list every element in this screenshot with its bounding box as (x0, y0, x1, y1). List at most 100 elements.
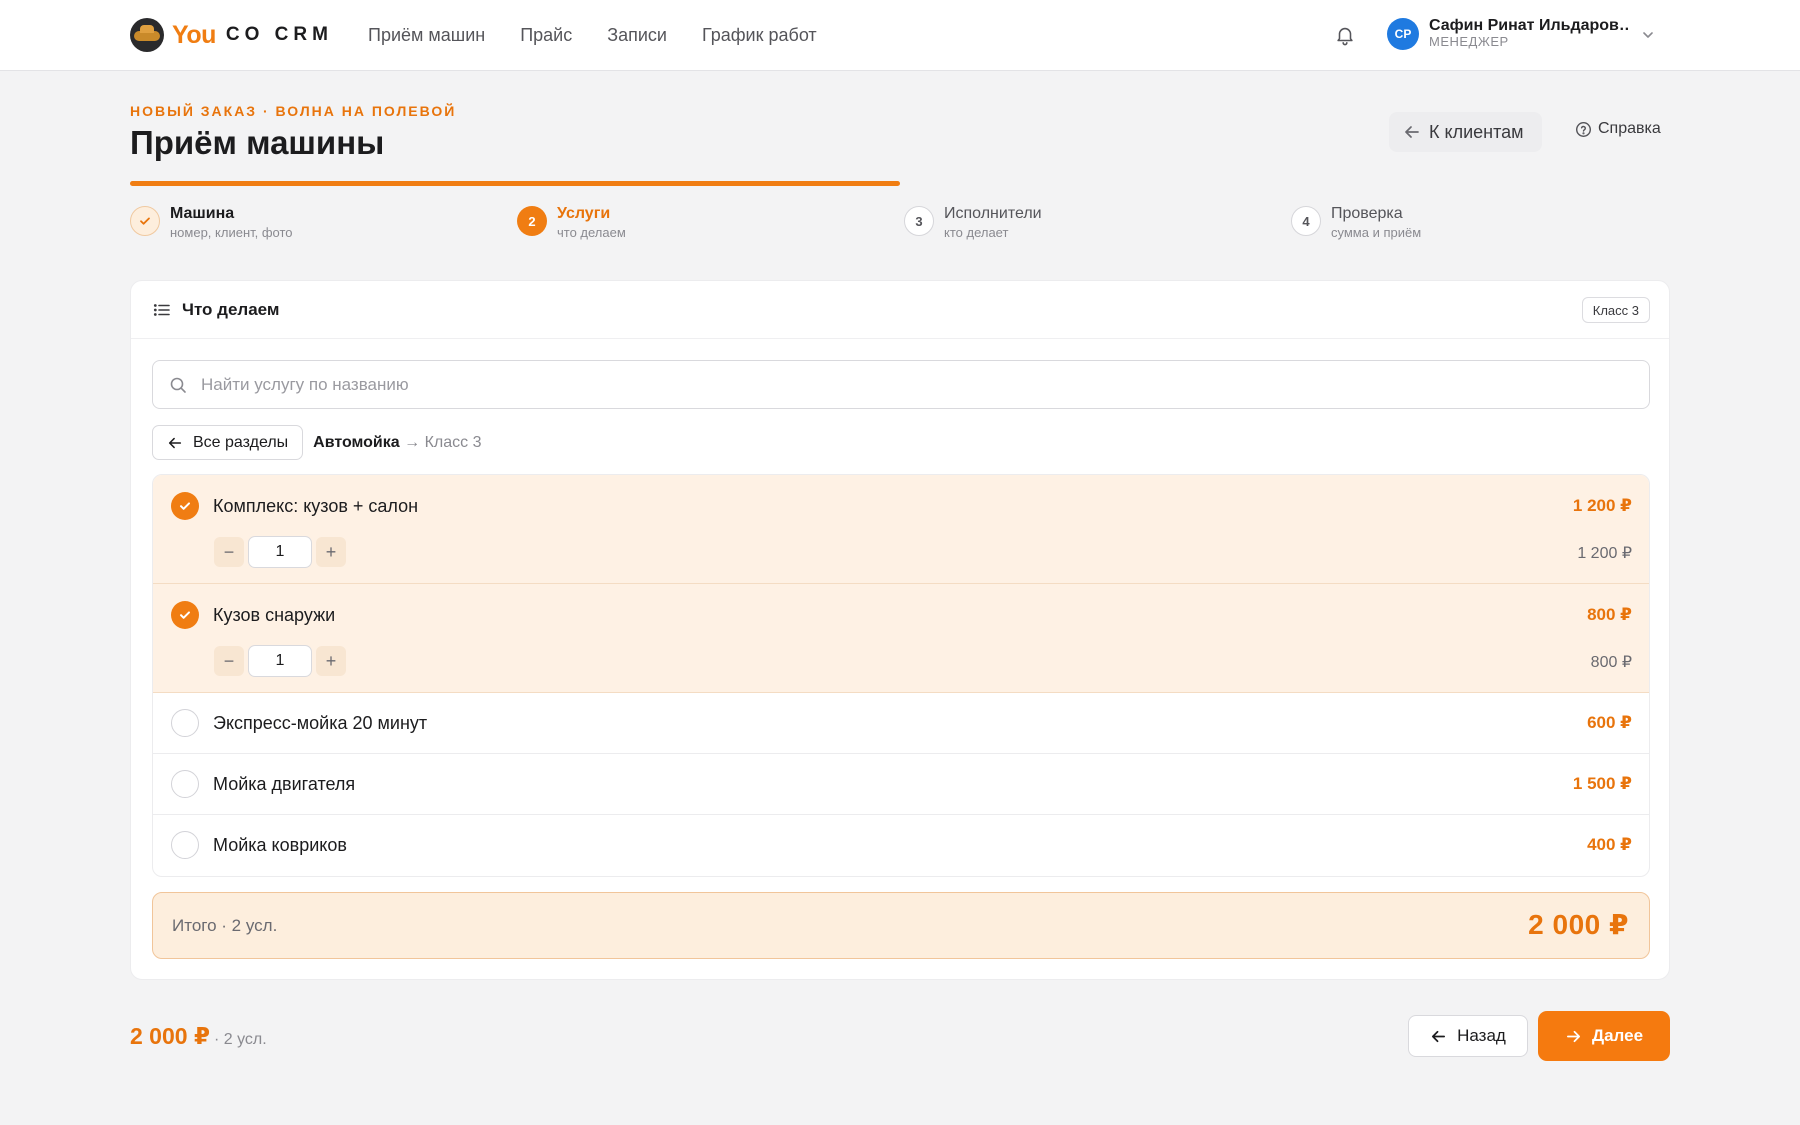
service-price: 1 500 ₽ (1572, 774, 1632, 793)
line-total: 800 ₽ (1590, 654, 1632, 671)
step-executors[interactable]: 3 Исполнители кто делает (904, 204, 1042, 242)
stepper: Машина номер, клиент, фото 2 Услуги что … (130, 204, 1670, 244)
service-list: Комплекс: кузов + салон 1 200 ₽ − 1 + 1 … (152, 474, 1650, 877)
step-title: Машина (170, 205, 235, 222)
service-row[interactable]: Комплекс: кузов + салон 1 200 ₽ − 1 + 1 … (153, 475, 1649, 584)
logo-crm-text: CO CRM (225, 24, 333, 45)
user-name: Сафин Ринат Ильдаров… (1429, 17, 1629, 34)
service-price: 1 200 ₽ (1572, 496, 1632, 515)
search-input[interactable] (201, 374, 1649, 395)
help-label: Справка (1598, 120, 1661, 137)
checkbox-unchecked-icon[interactable] (171, 770, 199, 798)
step-executors-text: Исполнители кто делает (944, 204, 1042, 242)
service-row[interactable]: Кузов снаружи 800 ₽ − 1 + 800 ₽ (153, 584, 1649, 693)
service-price: 400 ₽ (1587, 835, 1632, 854)
quantity-value[interactable]: 1 (248, 645, 312, 677)
arrow-right-icon (1566, 1030, 1580, 1042)
list-icon (153, 304, 170, 316)
step-title: Исполнители (944, 205, 1042, 222)
service-name: Кузов снаружи (213, 605, 336, 625)
user-info: Сафин Ринат Ильдаров… МЕНЕДЖЕР (1429, 17, 1629, 50)
service-search[interactable] (152, 360, 1650, 409)
search-icon (170, 377, 186, 393)
footer-amount: 2 000 ₽ (130, 1023, 210, 1049)
breadcrumb-class: → Класс 3 (399, 433, 482, 451)
service-row[interactable]: Мойка ковриков 400 ₽ (153, 815, 1649, 876)
next-button[interactable]: Далее (1538, 1011, 1670, 1061)
service-row[interactable]: Мойка двигателя 1 500 ₽ (153, 754, 1649, 815)
footer-count: · 2 усл. (213, 1031, 267, 1048)
main-nav: Приём машин Прайс Записи График работ (368, 0, 817, 71)
nav-item-appointments[interactable]: Записи (607, 25, 667, 46)
logo[interactable]: You CO CRM (130, 16, 333, 54)
step-review-text: Проверка сумма и приём (1331, 204, 1421, 242)
order-eyebrow: НОВЫЙ ЗАКАЗ · ВОЛНА НА ПОЛЕВОЙ (130, 103, 457, 119)
checkbox-checked-icon[interactable] (171, 601, 199, 629)
step-title: Проверка (1331, 205, 1403, 222)
back-label: Назад (1457, 1026, 1506, 1045)
logo-you-text: You (172, 20, 216, 49)
checkbox-unchecked-icon[interactable] (171, 709, 199, 737)
plus-icon[interactable]: + (316, 537, 346, 567)
step-car[interactable]: Машина номер, клиент, фото (130, 204, 293, 242)
step-subtitle: номер, клиент, фото (170, 225, 293, 240)
step-number: 3 (904, 206, 934, 236)
line-total: 1 200 ₽ (1577, 545, 1632, 562)
total-sum: 2 000 ₽ (1528, 909, 1629, 940)
page-title: Приём машины (130, 124, 385, 161)
class-badge: Класс 3 (1581, 297, 1650, 323)
step-car-text: Машина номер, клиент, фото (170, 204, 293, 242)
service-price: 600 ₽ (1587, 713, 1632, 732)
service-price: 800 ₽ (1587, 605, 1632, 624)
breadcrumb-path: Автомойка → Класс 3 (313, 434, 481, 452)
step-review[interactable]: 4 Проверка сумма и приём (1291, 204, 1421, 242)
chevron-down-icon[interactable] (1640, 27, 1656, 43)
all-sections-button[interactable]: Все разделы (152, 425, 304, 460)
arrow-left-icon (1432, 1030, 1446, 1042)
quantity-stepper: − 1 + (214, 536, 346, 568)
arrow-left-icon (168, 437, 182, 448)
step-services-text: Услуги что делаем (557, 204, 626, 242)
next-label: Далее (1591, 1026, 1644, 1045)
card-header: Что делаем Класс 3 (131, 281, 1669, 339)
nav-item-price-list[interactable]: Прайс (520, 25, 572, 46)
nav-item-car-intake[interactable]: Приём машин (368, 25, 485, 46)
avatar: СР (1387, 17, 1419, 50)
services-card: Что делаем Класс 3 Все разделы Автомойка… (130, 280, 1670, 980)
user-role: МЕНЕДЖЕР (1429, 34, 1509, 50)
back-to-clients-button[interactable]: К клиентам (1389, 112, 1542, 152)
step-progress-bar (130, 181, 1670, 186)
back-button[interactable]: Назад (1408, 1015, 1528, 1057)
plus-icon[interactable]: + (316, 646, 346, 676)
step-number: 4 (1291, 206, 1321, 236)
user-menu[interactable]: СР Сафин Ринат Ильдаров… МЕНЕДЖЕР (1387, 17, 1629, 50)
step-services[interactable]: 2 Услуги что делаем (517, 204, 626, 242)
logo-car-icon (130, 18, 164, 52)
breadcrumb-section[interactable]: Автомойка (313, 434, 400, 451)
total-label: Итого · 2 усл. (172, 916, 278, 935)
footer-summary: 2 000 ₽ · 2 усл. (130, 1023, 267, 1050)
help-link[interactable]: Справка (1575, 120, 1661, 138)
checkbox-unchecked-icon[interactable] (171, 831, 199, 859)
breadcrumb: Все разделы Автомойка → Класс 3 (152, 425, 481, 460)
help-circle-icon (1575, 121, 1592, 137)
service-name: Мойка ковриков (213, 835, 347, 855)
nav-item-schedule[interactable]: График работ (702, 25, 817, 46)
step-subtitle: что делаем (557, 225, 626, 240)
top-bar: You CO CRM Приём машин Прайс Записи Граф… (0, 0, 1800, 71)
all-sections-label: Все разделы (193, 433, 289, 451)
step-number: 2 (517, 206, 547, 236)
back-to-clients-label: К клиентам (1429, 121, 1524, 142)
quantity-value[interactable]: 1 (248, 536, 312, 568)
arrow-left-icon (1405, 126, 1419, 138)
minus-icon[interactable]: − (214, 537, 244, 567)
quantity-stepper: − 1 + (214, 645, 346, 677)
service-name: Экспресс-мойка 20 минут (213, 713, 428, 733)
step-subtitle: кто делает (944, 225, 1009, 240)
card-title: Что делаем (182, 300, 280, 319)
step-subtitle: сумма и приём (1331, 225, 1422, 240)
service-row[interactable]: Экспресс-мойка 20 минут 600 ₽ (153, 693, 1649, 754)
minus-icon[interactable]: − (214, 646, 244, 676)
checkbox-checked-icon[interactable] (171, 492, 199, 520)
bell-icon[interactable] (1334, 23, 1356, 47)
